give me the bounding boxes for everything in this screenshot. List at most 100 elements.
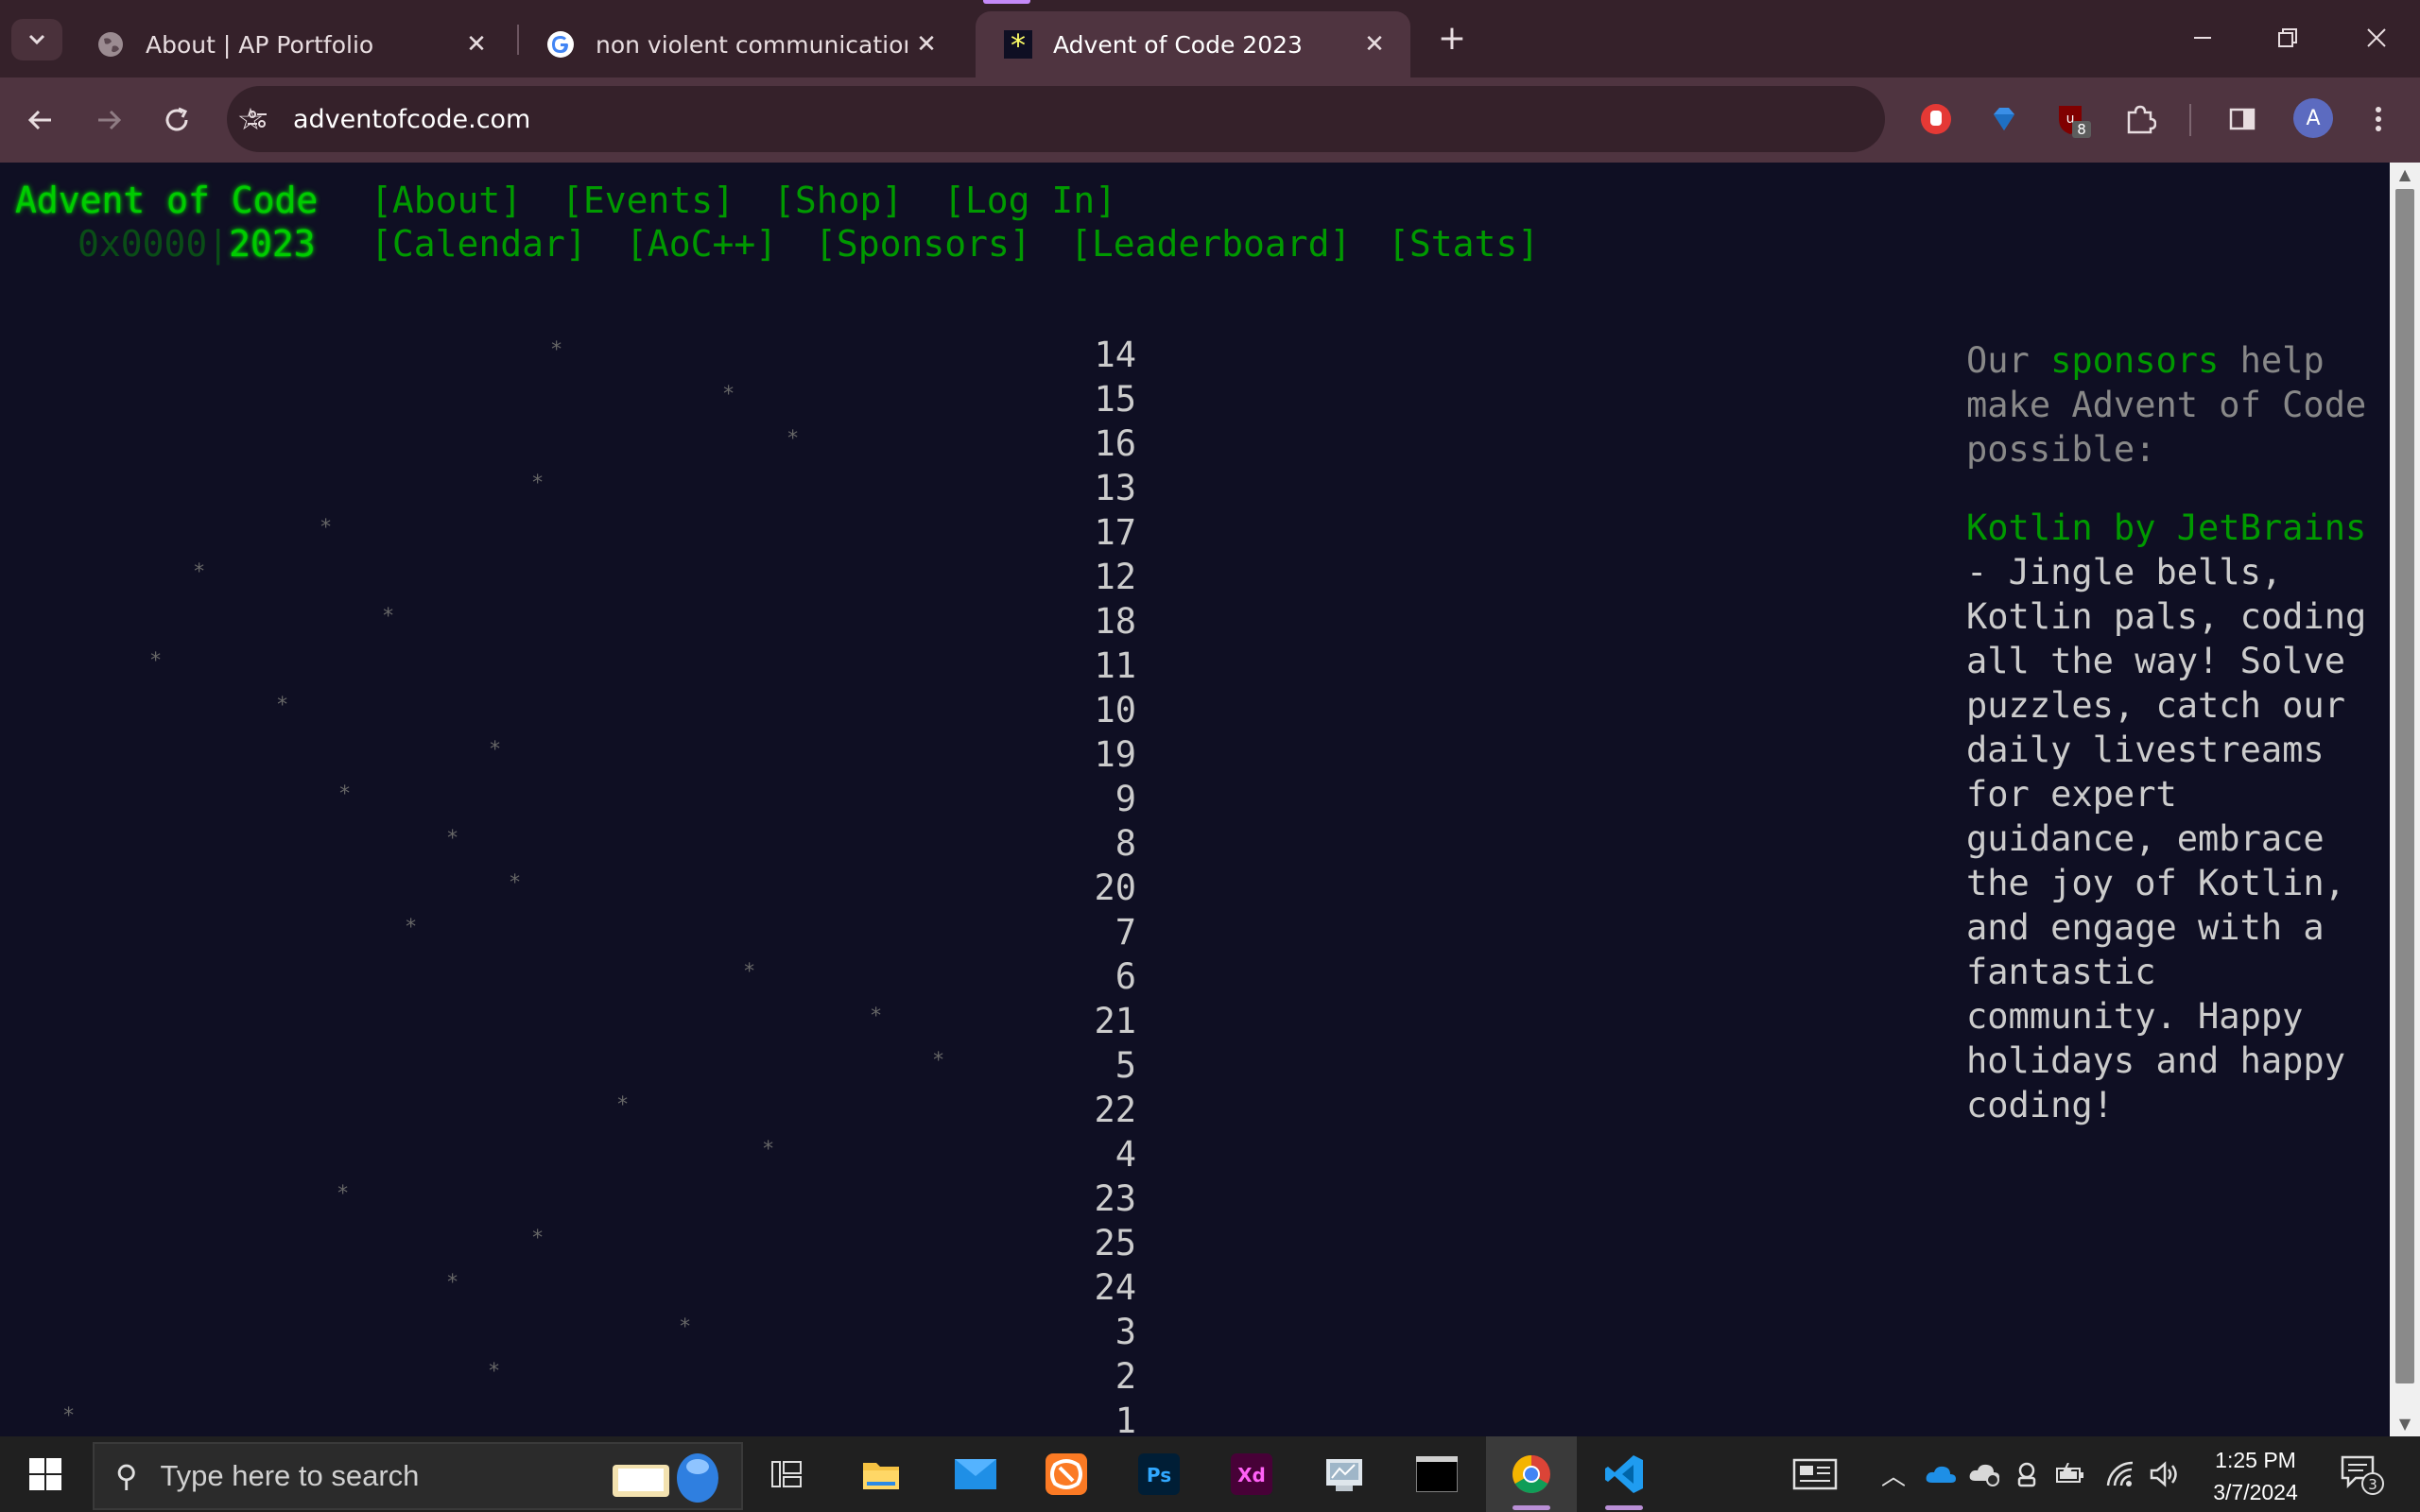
decorative-star: * [382, 605, 395, 628]
battery-tray[interactable] [2055, 1436, 2093, 1512]
close-icon[interactable]: ✕ [458, 30, 495, 59]
tab-search-button[interactable] [11, 19, 62, 60]
profile-avatar[interactable]: A [2293, 98, 2333, 138]
decorative-star: * [337, 1182, 350, 1206]
onedrive-personal-tray[interactable] [1968, 1436, 2006, 1512]
decorative-star: * [722, 383, 735, 406]
tab-strip: About | AP Portfolio ✕ non violent commu… [0, 0, 2420, 77]
decorative-star: * [488, 1360, 501, 1383]
reload-button[interactable] [151, 94, 202, 146]
close-icon [2367, 28, 2386, 47]
decorative-star: * [509, 871, 522, 895]
browser-toolbar: adventofcode.com ☆ u8 A [0, 77, 2420, 163]
terminal-app[interactable] [1392, 1436, 1482, 1512]
tab-google-search[interactable]: non violent communication - Google Searc… [518, 11, 962, 77]
extension-diamond[interactable] [1983, 98, 2025, 140]
photoshop-app[interactable]: Ps [1114, 1436, 1204, 1512]
nav-calendar[interactable]: [Calendar] [371, 223, 587, 265]
decorative-star: * [62, 1404, 76, 1428]
scrollbar-thumb[interactable] [2395, 189, 2414, 1383]
taskbar-clock[interactable]: 1:25 PM 3/7/2024 [2189, 1444, 2322, 1508]
decorative-star: * [531, 472, 544, 495]
minimize-button[interactable] [2174, 13, 2231, 62]
chrome-app[interactable] [1486, 1436, 1577, 1512]
calendar-day-number: 2 [1115, 1356, 1136, 1397]
side-panel-button[interactable] [2221, 98, 2263, 140]
scroll-up-icon[interactable]: ▲ [2390, 163, 2420, 187]
back-button[interactable] [15, 94, 66, 146]
site-title[interactable]: Advent of Code [15, 180, 318, 221]
nav-events[interactable]: [Events] [562, 180, 735, 221]
decorative-star: * [338, 782, 352, 806]
arrow-left-icon [27, 110, 51, 130]
windows-logo-icon [29, 1458, 61, 1490]
sponsor-kotlin-link[interactable]: Kotlin by JetBrains [1966, 507, 2366, 548]
tab-about-ap-portfolio[interactable]: About | AP Portfolio ✕ [68, 11, 512, 77]
disk-utility-icon [1326, 1459, 1362, 1491]
file-explorer-app[interactable] [836, 1436, 926, 1512]
extension-hand-stop[interactable] [1915, 98, 1957, 140]
battery-icon [2056, 1463, 2083, 1483]
close-icon[interactable]: ✕ [908, 30, 945, 59]
sponsors-link[interactable]: sponsors [2050, 340, 2219, 381]
tab-title: Advent of Code 2023 [1053, 30, 1303, 59]
aoc-star-icon: * [1004, 30, 1032, 59]
address-bar[interactable]: adventofcode.com ☆ [227, 86, 1885, 152]
decorative-star: * [743, 960, 756, 984]
adobe-xd-app[interactable]: Xd [1206, 1436, 1297, 1512]
running-indicator [1605, 1505, 1643, 1510]
close-window-button[interactable] [2348, 13, 2405, 62]
nav-leaderboard[interactable]: [Leaderboard] [1070, 223, 1351, 265]
task-view-button[interactable] [741, 1436, 832, 1512]
event-year[interactable]: 0x0000|2023 [78, 223, 316, 265]
side-panel-icon [2229, 108, 2256, 130]
nav-aoc-plus-plus[interactable]: [AoC++] [626, 223, 777, 265]
xampp-app[interactable] [1021, 1436, 1112, 1512]
start-button[interactable] [0, 1436, 91, 1512]
show-hidden-icons-button[interactable]: ︿ [1881, 1436, 1915, 1512]
calendar-day-number: 9 [1115, 779, 1136, 819]
vscode-icon [1605, 1455, 1643, 1493]
svg-text:*: * [1011, 30, 1026, 59]
close-icon[interactable]: ✕ [1356, 30, 1393, 59]
calendar-day-number: 1 [1115, 1400, 1136, 1436]
tab-advent-of-code[interactable]: * Advent of Code 2023 ✕ [976, 11, 1410, 77]
meet-now-tray[interactable] [2014, 1436, 2048, 1512]
forward-button[interactable] [83, 94, 134, 146]
bookmark-star-icon[interactable]: ☆ [227, 101, 274, 137]
page-scrollbar[interactable]: ▲ ▼ [2390, 163, 2420, 1436]
vscode-app[interactable] [1579, 1436, 1669, 1512]
url-text[interactable]: adventofcode.com [293, 105, 1885, 134]
nav-sponsors[interactable]: [Sponsors] [815, 223, 1031, 265]
nav-shop[interactable]: [Shop] [773, 180, 903, 221]
chevron-up-icon: ︿ [1881, 1462, 1907, 1491]
nav-about[interactable]: [About] [371, 180, 522, 221]
extensions-menu-button[interactable] [2119, 98, 2161, 140]
calendar-day-number: 4 [1115, 1134, 1136, 1175]
mail-app[interactable] [930, 1436, 1021, 1512]
decorative-star: * [616, 1093, 630, 1117]
year-label: 2023 [229, 223, 316, 265]
year-prefix: 0x0000 [78, 223, 208, 265]
restore-button[interactable] [2259, 13, 2316, 62]
disk-utility-app[interactable] [1299, 1436, 1390, 1512]
extension-badge-count: 8 [2077, 121, 2086, 138]
volume-tray[interactable] [2150, 1436, 2187, 1512]
sponsor-description: Jingle bells, Kotlin pals, coding all th… [1966, 552, 2367, 1125]
nav-stats[interactable]: [Stats] [1388, 223, 1539, 265]
xampp-icon [1046, 1453, 1087, 1495]
onedrive-tray[interactable] [1925, 1436, 1962, 1512]
news-widget-button[interactable] [1787, 1436, 1843, 1512]
extension-ublock[interactable]: u8 [2051, 98, 2093, 140]
notification-center-button[interactable]: 3 [2339, 1452, 2386, 1497]
decorative-star: * [193, 560, 206, 584]
browser-menu-button[interactable] [2358, 98, 2399, 140]
scroll-down-icon[interactable]: ▼ [2390, 1412, 2420, 1436]
nav-log-in[interactable]: [Log In] [943, 180, 1116, 221]
decorative-star: * [531, 1227, 544, 1250]
calendar-day-number: 22 [1094, 1090, 1136, 1130]
minimize-icon [2194, 37, 2211, 39]
new-tab-button[interactable]: + [1433, 17, 1471, 59]
taskbar-search[interactable]: ⚲ Type here to search [93, 1442, 743, 1510]
wifi-tray[interactable] [2106, 1436, 2144, 1512]
